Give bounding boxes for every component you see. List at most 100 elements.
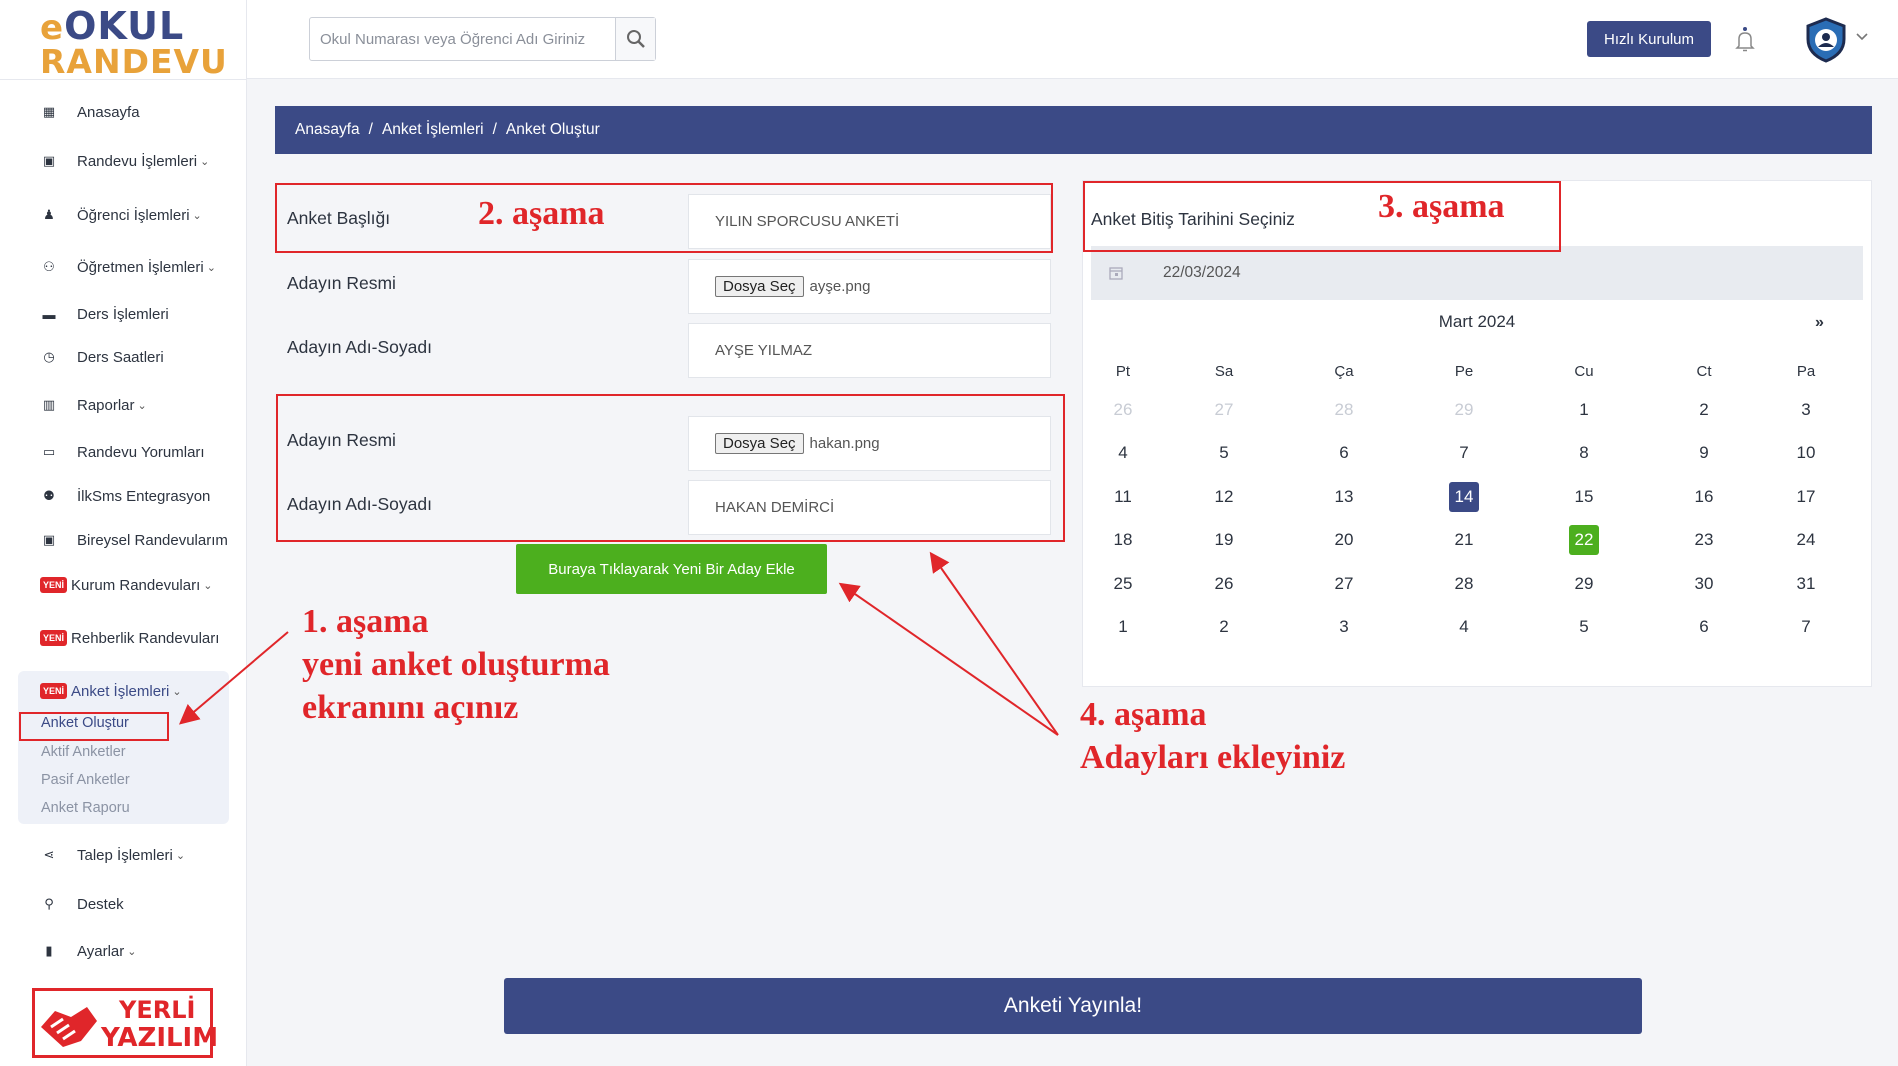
yerli-text: YERLİ [119,996,196,1024]
sidebar-item-label: Raporlar [77,396,135,414]
calendar-day[interactable]: 19 [1209,525,1239,555]
quick-setup-button[interactable]: Hızlı Kurulum [1587,21,1711,57]
calendar-day[interactable]: 14 [1449,482,1479,512]
sidebar-item-label: Destek [77,895,124,913]
calendar-day[interactable]: 7 [1791,612,1821,642]
sidebar-item-5[interactable]: ◷ Ders Saatleri [40,345,163,369]
sidebar-item-label: Talep İşlemleri [77,846,173,864]
search-input[interactable] [310,18,615,60]
calendar-day[interactable]: 26 [1209,569,1239,599]
sidebar-item-0[interactable]: ▦ Anasayfa [40,100,140,124]
calendar-day[interactable]: 4 [1449,612,1479,642]
calendar-day[interactable]: 28 [1329,395,1359,425]
grid-icon: ▦ [42,104,56,119]
calendar-day[interactable]: 24 [1791,525,1821,555]
calendar-day[interactable]: 1 [1569,395,1599,425]
end-date-value: 22/03/2024 [1163,264,1241,281]
breadcrumb-anket-islemleri[interactable]: Anket İşlemleri [382,121,484,139]
submenu-pasif-anketler[interactable]: Pasif Anketler [41,772,130,788]
calendar-day[interactable]: 15 [1569,482,1599,512]
users-icon: ⚇ [43,259,55,274]
breadcrumb-separator: / [368,121,373,138]
calendar-day[interactable]: 28 [1449,569,1479,599]
end-date-input[interactable]: 22/03/2024 [1091,246,1863,300]
calendar-day[interactable]: 12 [1209,482,1239,512]
sidebar-item-3[interactable]: ⚇ Öğretmen İşlemleri ⌄ [40,255,216,279]
chevron-down-icon[interactable] [1855,30,1869,44]
publish-survey-button[interactable]: Anketi Yayınla! [504,978,1642,1034]
sidebar-item-8[interactable]: ⚉ İlkSms Entegrasyon [40,484,210,508]
calendar-day[interactable]: 16 [1689,482,1719,512]
sidebar-item-14[interactable]: ⚲ Destek [40,892,124,916]
calendar-day[interactable]: 21 [1449,525,1479,555]
date-picker-calendar: Mart 2024 » Pt Sa Ça Pe Cu Ct Pa 26 27 28 29 1 2 3 4 5 6… [1091,300,1863,673]
calendar-day[interactable]: 27 [1209,395,1239,425]
sidebar-item-2[interactable]: ♟ Öğrenci İşlemleri ⌄ [40,203,202,227]
sidebar-item-label: Anket İşlemleri [71,682,170,700]
calendar-weekday: Ct [1696,363,1712,380]
sidebar-item-10[interactable]: YENİ Kurum Randevuları ⌄ [40,573,212,597]
candidate-1-file-button[interactable]: Dosya Seç [715,276,804,297]
user-shield-avatar-icon[interactable] [1804,17,1848,63]
calendar-day[interactable]: 6 [1689,612,1719,642]
calendar-day[interactable]: 25 [1108,569,1138,599]
sidebar-item-4[interactable]: ▬ Ders İşlemleri [40,302,169,326]
calendar-day[interactable]: 17 [1791,482,1821,512]
app-root: eOKUL RANDEVU ▦ Anasayfa ▣ Randevu İşlemler… [0,0,1898,1066]
calendar-day[interactable]: 22 [1569,525,1599,555]
new-badge: YENİ [40,630,68,646]
step4-highlight-box [276,394,1065,542]
sidebar-item-9[interactable]: ▣ Bireysel Randevularım [40,528,228,552]
calendar-day[interactable]: 20 [1329,525,1359,555]
calendar-day[interactable]: 11 [1108,482,1138,512]
notification-bell-icon[interactable] [1735,26,1755,52]
calendar-day[interactable]: 29 [1569,569,1599,599]
bar-chart-icon: ▥ [42,397,56,412]
step1-annotation: 1. aşama yeni anket oluşturma ekranını a… [302,600,610,729]
submenu-aktif-anketler[interactable]: Aktif Anketler [41,744,126,760]
calendar-next-button[interactable]: » [1815,314,1824,332]
search-box [309,17,656,61]
sidebar-item-6[interactable]: ▥ Raporlar ⌄ [40,393,147,417]
calendar-day[interactable]: 1 [1108,612,1138,642]
calendar-day[interactable]: 6 [1329,438,1359,468]
submenu-anket-raporu[interactable]: Anket Raporu [41,800,130,816]
sidebar-item-11[interactable]: YENİ Rehberlik Randevuları [40,626,219,650]
calendar-day[interactable]: 9 [1689,438,1719,468]
search-button[interactable] [615,18,655,60]
sidebar-item-12[interactable]: YENİ Anket İşlemleri ⌄ [40,679,182,703]
chevron-down-icon: ⌄ [175,849,186,862]
calendar-day[interactable]: 5 [1569,612,1599,642]
calendar-day[interactable]: 7 [1449,438,1479,468]
calendar-month-title: Mart 2024 [1438,312,1516,331]
calendar-day[interactable]: 5 [1209,438,1239,468]
top-bar: Hızlı Kurulum [247,0,1898,79]
sidebar-item-13[interactable]: ⋖ Talep İşlemleri ⌄ [40,843,186,867]
add-candidate-button[interactable]: Buraya Tıklayarak Yeni Bir Aday Ekle [516,544,827,594]
step1-line2: yeni anket oluşturma [302,646,610,683]
calendar-day[interactable]: 27 [1329,569,1359,599]
sidebar-item-15[interactable]: ▮ Ayarlar ⌄ [40,939,136,963]
calendar-day[interactable]: 13 [1329,482,1359,512]
calendar-day[interactable]: 10 [1791,438,1821,468]
calendar-day[interactable]: 3 [1329,612,1359,642]
calendar-day[interactable]: 31 [1791,569,1821,599]
calendar-day[interactable]: 3 [1791,395,1821,425]
candidate-1-name-input[interactable]: AYŞE YILMAZ [688,323,1051,378]
calendar-day[interactable]: 18 [1108,525,1138,555]
calendar-day[interactable]: 4 [1108,438,1138,468]
calendar-day[interactable]: 2 [1209,612,1239,642]
sidebar-item-label: Öğrenci İşlemleri [77,206,190,224]
sidebar-item-1[interactable]: ▣ Randevu İşlemleri ⌄ [40,149,209,173]
sidebar-item-label: İlkSms Entegrasyon [77,487,211,505]
calendar-day[interactable]: 23 [1689,525,1719,555]
calendar-day[interactable]: 29 [1449,395,1479,425]
calendar-day[interactable]: 8 [1569,438,1599,468]
candidate-1-name-label: Adayın Adı-Soyadı [287,337,432,357]
calendar-day[interactable]: 2 [1689,395,1719,425]
sidebar-item-7[interactable]: ▭ Randevu Yorumları [40,440,205,464]
calendar-day[interactable]: 26 [1108,395,1138,425]
calendar-day[interactable]: 30 [1689,569,1719,599]
breadcrumb-home[interactable]: Anasayfa [295,121,360,139]
eokul-randevu-logo[interactable]: eOKUL RANDEVU [36,4,227,81]
